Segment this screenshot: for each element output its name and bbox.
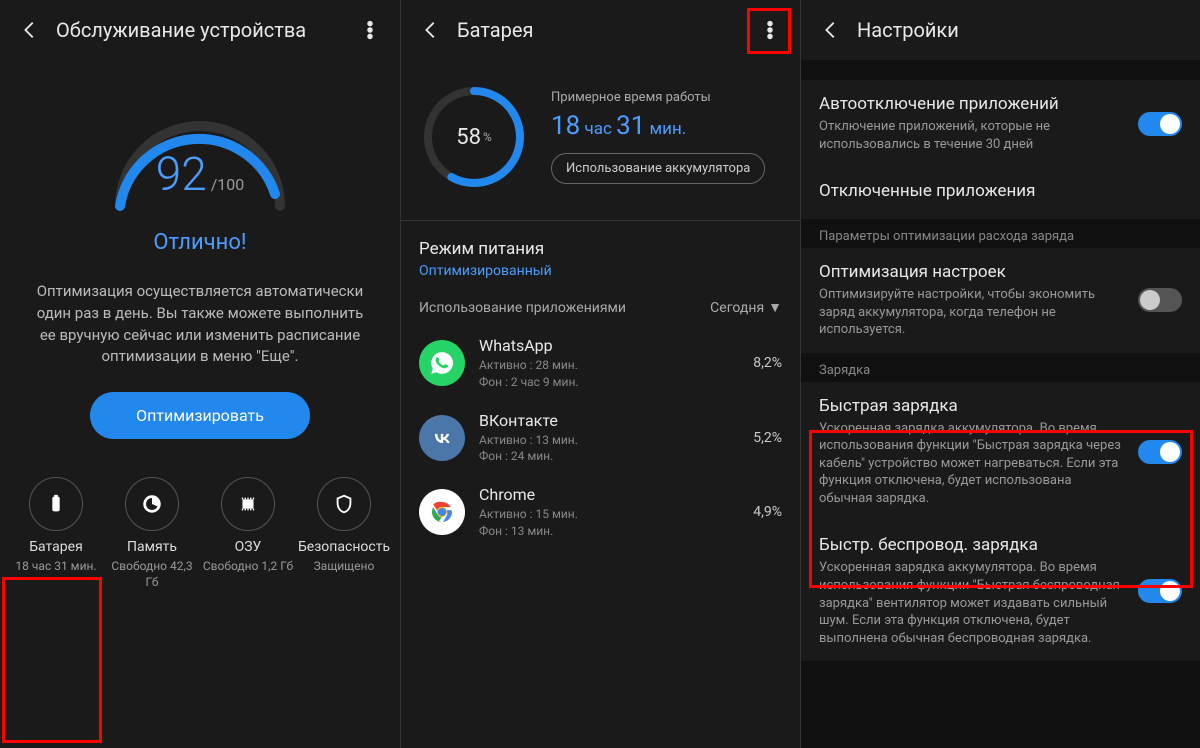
shield-icon xyxy=(333,493,355,515)
power-mode-row[interactable]: Режим питания Оптимизированный xyxy=(401,225,800,293)
tile-storage[interactable]: Память Свободно 42,3 Гб xyxy=(106,477,198,590)
optimize-settings-toggle[interactable] xyxy=(1138,288,1182,312)
header: Обслуживание устройства xyxy=(0,0,400,60)
estimate-value: 18 час 31 мин. xyxy=(551,111,782,141)
battery-panel: Батарея 58% Примерное время работы 18 ча… xyxy=(400,0,800,748)
chrome-icon xyxy=(419,489,465,535)
vk-icon xyxy=(419,415,465,461)
score-max: /100 xyxy=(211,175,245,194)
back-icon[interactable] xyxy=(813,12,849,48)
apps-usage-label: Использование приложениями xyxy=(419,300,626,316)
score-label: Отлично! xyxy=(153,230,246,255)
app-row[interactable]: Chrome Активно : 15 мин.Фон : 13 мин. 4,… xyxy=(419,475,782,550)
estimate-label: Примерное время работы xyxy=(551,90,782,105)
chevron-down-icon: ▼ xyxy=(768,299,782,316)
optimization-section-label: Параметры оптимизации расхода заряда xyxy=(801,219,1200,248)
tile-security[interactable]: Безопасность Защищено xyxy=(298,477,390,590)
storage-icon xyxy=(141,493,163,515)
more-icon[interactable] xyxy=(752,12,788,48)
header-title: Настройки xyxy=(857,18,959,42)
header-title: Батарея xyxy=(457,18,533,42)
score-value: 92 xyxy=(156,148,207,202)
header: Батарея xyxy=(401,0,800,60)
app-row[interactable]: WhatsApp Активно : 28 мин.Фон : 2 час 9 … xyxy=(419,326,782,401)
memory-icon xyxy=(237,493,259,515)
battery-icon xyxy=(45,493,67,515)
app-row[interactable]: ВКонтакте Активно : 13 мин.Фон : 24 мин.… xyxy=(419,401,782,476)
battery-percent: 58 xyxy=(456,125,481,150)
settings-panel: Настройки Автоотключение приложений Откл… xyxy=(800,0,1200,748)
back-icon[interactable] xyxy=(413,12,449,48)
score-gauge: 92 /100 Отлично! xyxy=(0,60,400,255)
back-icon[interactable] xyxy=(12,12,48,48)
fast-charging-row[interactable]: Быстрая зарядка Ускоренная зарядка аккум… xyxy=(801,382,1200,522)
battery-usage-button[interactable]: Использование аккумулятора xyxy=(551,153,765,184)
fast-charging-toggle[interactable] xyxy=(1138,440,1182,464)
charging-section-label: Зарядка xyxy=(801,353,1200,382)
optimize-settings-row[interactable]: Оптимизация настроек Оптимизируйте настр… xyxy=(801,248,1200,353)
optimization-description: Оптимизация осуществляется автоматически… xyxy=(0,255,400,386)
battery-summary: 58% Примерное время работы 18 час 31 мин… xyxy=(401,60,800,214)
whatsapp-icon xyxy=(419,340,465,386)
fast-wireless-row[interactable]: Быстр. беспровод. зарядка Ускоренная зар… xyxy=(801,521,1200,661)
auto-disable-toggle[interactable] xyxy=(1138,112,1182,136)
disabled-apps-row[interactable]: Отключенные приложения xyxy=(801,167,1200,219)
tiles-row: Батарея 18 час 31 мин. Память Свободно 4… xyxy=(0,453,400,598)
device-care-panel: Обслуживание устройства 92 /100 Отлично!… xyxy=(0,0,400,748)
header-title: Обслуживание устройства xyxy=(56,18,306,42)
more-icon[interactable] xyxy=(352,12,388,48)
tile-memory[interactable]: ОЗУ Свободно 1,2 Гб xyxy=(202,477,294,590)
optimize-button[interactable]: Оптимизировать xyxy=(90,392,310,439)
tile-battery[interactable]: Батарея 18 час 31 мин. xyxy=(10,477,102,590)
header: Настройки xyxy=(801,0,1200,60)
period-dropdown[interactable]: Сегодня ▼ xyxy=(710,299,782,316)
battery-donut: 58% xyxy=(419,82,529,192)
fast-wireless-toggle[interactable] xyxy=(1138,579,1182,603)
highlight-battery-tile xyxy=(2,577,102,743)
auto-disable-apps-row[interactable]: Автоотключение приложений Отключение при… xyxy=(801,80,1200,167)
